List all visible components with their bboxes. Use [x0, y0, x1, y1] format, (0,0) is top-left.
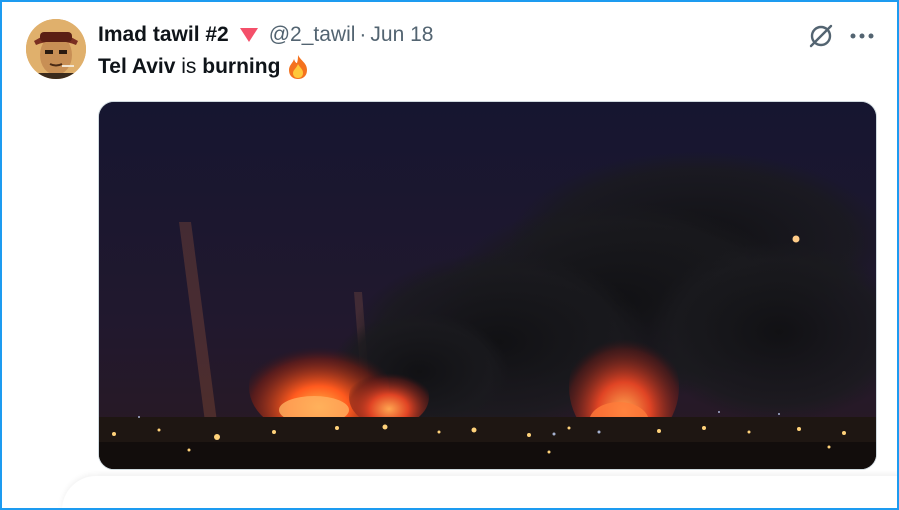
tweet-card[interactable]: Imad tawil #2 @2_tawil · Jun 18 Tel Aviv… — [0, 0, 899, 510]
next-content-edge — [62, 476, 897, 508]
tweet-date[interactable]: Jun 18 — [370, 23, 433, 47]
avatar[interactable] — [26, 19, 86, 79]
tweet-media-image[interactable] — [98, 101, 877, 470]
fire-emoji — [285, 54, 311, 80]
tweet-text-bold-2: burning — [202, 55, 281, 78]
more-dots-icon[interactable] — [848, 24, 876, 48]
tweet-text-plain: is — [175, 55, 203, 78]
grok-icon[interactable] — [807, 22, 835, 50]
display-name[interactable]: Imad tawil #2 — [98, 23, 229, 47]
tweet-text: Tel Aviv is burning — [98, 54, 311, 80]
user-handle[interactable]: @2_tawil — [269, 23, 356, 47]
separator-dot: · — [359, 23, 367, 46]
red-triangle-icon — [239, 27, 259, 43]
tweet-header: Imad tawil #2 @2_tawil · Jun 18 — [98, 21, 433, 49]
tweet-text-bold-1: Tel Aviv — [98, 55, 176, 78]
